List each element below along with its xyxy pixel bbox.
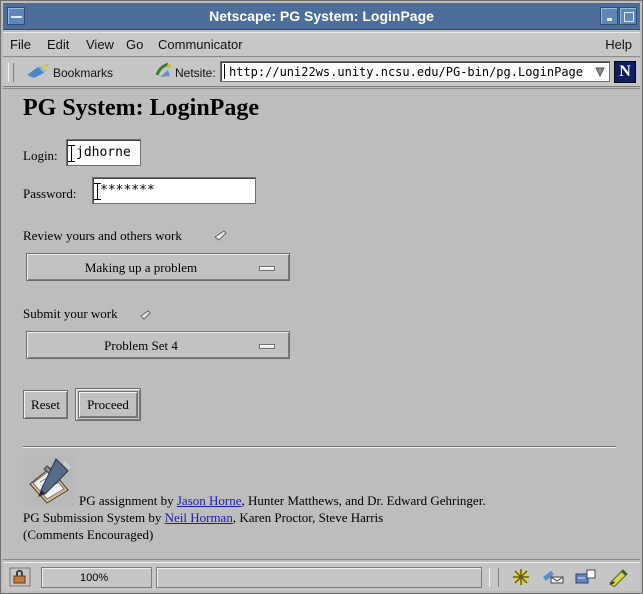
submit-label: Submit your work [23, 306, 118, 321]
bookmarks-icon[interactable] [25, 62, 53, 80]
review-label: Review yours and others work [23, 228, 182, 243]
menu-go[interactable]: Go [126, 37, 143, 52]
menu-file[interactable]: File [10, 37, 31, 52]
netsite-icon[interactable] [154, 62, 172, 80]
netsite-label: Netsite: [175, 66, 216, 80]
bookmarks-label[interactable]: Bookmarks [53, 66, 113, 80]
netscape-logo: N [614, 61, 636, 83]
minimize-button[interactable] [600, 7, 618, 25]
credit-line-2: PG Submission System by Neil Horman, Kar… [23, 510, 383, 526]
password-input[interactable]: ******* [92, 177, 256, 204]
submit-select[interactable]: Problem Set 4 [26, 331, 290, 359]
password-value: ******* [100, 183, 155, 198]
menu-view[interactable]: View [86, 37, 114, 52]
page-title: PG System: LoginPage [23, 95, 259, 121]
credit-line-2-prefix: PG Submission System by [23, 510, 165, 525]
security-lock-icon[interactable] [9, 567, 31, 587]
pointer-icon [140, 310, 151, 320]
composer-icon[interactable] [607, 567, 631, 587]
status-grip[interactable] [489, 568, 499, 587]
login-label: Login: [23, 148, 58, 163]
credit-line-3: (Comments Encouraged) [23, 527, 154, 542]
chevron-down-icon[interactable] [594, 66, 606, 78]
menu-bar: File Edit View Go Communicator Help [3, 32, 640, 57]
url-caret [224, 64, 225, 79]
url-field[interactable]: http://uni22ws.unity.ncsu.edu/PG-bin/pg.… [220, 61, 610, 82]
location-bar: Bookmarks Netsite: http://uni22ws.unity.… [3, 58, 640, 87]
review-select-value: Making up a problem [84, 260, 198, 275]
login-value: jdhorne [76, 145, 131, 160]
neil-horman-link[interactable]: Neil Horman [165, 510, 233, 525]
credit-line-1: PG assignment by Jason Horne, Hunter Mat… [79, 493, 486, 509]
pointer-icon [214, 230, 227, 241]
jason-horne-link[interactable]: Jason Horne [177, 493, 242, 508]
status-bar: 100% [3, 562, 640, 591]
reset-button[interactable]: Reset [23, 390, 68, 419]
maximize-button[interactable] [619, 7, 637, 25]
submit-select-value: Problem Set 4 [104, 338, 178, 353]
horizontal-divider [23, 446, 616, 448]
page-content: PG System: LoginPage Login: jdhorne Pass… [3, 88, 640, 560]
menu-communicator[interactable]: Communicator [158, 37, 243, 52]
option-menu-indicator-icon [259, 266, 275, 271]
login-input[interactable]: jdhorne [66, 139, 141, 166]
window-titlebar[interactable]: Netscape: PG System: LoginPage [3, 3, 640, 30]
credit-line-2-suffix: , Karen Proctor, Steve Harris [232, 510, 384, 525]
credit-line-1-suffix: , Hunter Matthews, and Dr. Edward Gehrin… [241, 493, 486, 508]
option-menu-indicator-icon [259, 344, 275, 349]
mail-icon[interactable] [541, 567, 565, 587]
password-label: Password: [23, 186, 77, 201]
proceed-button[interactable]: Proceed [78, 391, 138, 418]
text-caret [94, 183, 101, 200]
text-caret [68, 145, 75, 162]
default-button-frame: Proceed [75, 388, 141, 421]
browser-window: Netscape: PG System: LoginPage File Edit… [0, 0, 643, 594]
clipboard-icon [23, 455, 75, 506]
review-select[interactable]: Making up a problem [26, 253, 290, 281]
zoom-level: 100% [41, 567, 152, 588]
newsgroup-icon[interactable] [573, 567, 597, 587]
menu-help[interactable]: Help [605, 37, 632, 52]
credit-line-1-prefix: PG assignment by [79, 493, 177, 508]
url-text: http://uni22ws.unity.ncsu.edu/PG-bin/pg.… [229, 65, 584, 79]
toolbar-grip[interactable] [8, 63, 14, 82]
menu-edit[interactable]: Edit [47, 37, 69, 52]
navigator-icon[interactable] [509, 567, 533, 587]
window-title: Netscape: PG System: LoginPage [209, 8, 434, 24]
status-message-field [156, 567, 482, 588]
